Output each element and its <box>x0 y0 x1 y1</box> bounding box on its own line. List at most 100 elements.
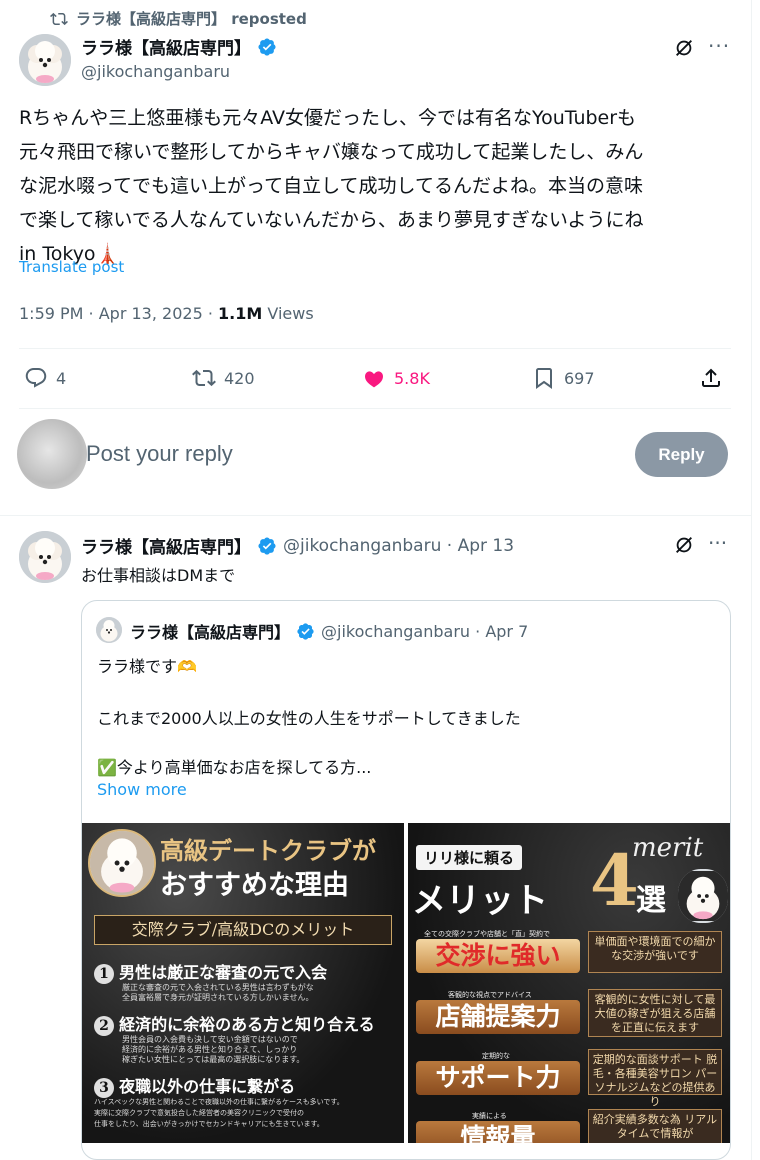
promo-title: メリット <box>412 881 548 921</box>
author-name-row: ララ様【高級店専門】 @jikochanganbaru · Apr 13 <box>81 533 514 559</box>
post-text: お仕事相談はDMまで <box>81 566 236 585</box>
author-name[interactable]: ララ様【高級店専門】 <box>81 34 251 59</box>
promo-title: 高級デートクラブが <box>160 836 376 865</box>
dog-avatar-image <box>19 34 71 86</box>
grok-icon[interactable] <box>673 37 695 59</box>
divider <box>19 408 731 409</box>
avatar[interactable] <box>19 531 71 583</box>
post-line: Rちゃんや三上悠亜様も元々AV女優だったし、今では有名なYouTuberも <box>19 107 637 129</box>
like-button[interactable]: 5.8K <box>362 366 430 390</box>
column-border <box>751 0 752 1160</box>
point-body-line: 実際に交際クラブで意気投合した経営者の美容クリニックで受付の <box>94 1109 304 1117</box>
merit-detail: 単価面や環境面での細かな交渉が強いです <box>588 931 722 973</box>
promo-title: おすすめな理由 <box>160 870 349 901</box>
author-name-row: ララ様【高級店専門】 <box>81 34 277 59</box>
promo-script: merit <box>632 833 704 863</box>
point-body-line: 稼ぎたい女性にとっては最高の選択肢になります。 <box>122 1055 305 1064</box>
author-name[interactable]: ララ様【高級店専門】 <box>81 533 251 558</box>
promo-point: 3 夜職以外の仕事に繋がる <box>94 1073 295 1098</box>
reply-input[interactable]: Post your reply <box>86 441 233 467</box>
dog-image <box>678 871 728 921</box>
more-icon[interactable]: ··· <box>708 531 727 555</box>
dog-photo <box>678 869 728 923</box>
divider <box>0 515 751 516</box>
point-body: 厳正な審査の元で入会されている男性は言わずもがな 全員富裕層で身元が証明されてい… <box>122 983 314 1003</box>
post-text: Rちゃんや三上悠亜様も元々AV女優だったし、今では有名なYouTuberも 元々… <box>19 101 739 271</box>
reply-submit-button[interactable]: Reply <box>635 432 728 477</box>
like-count: 5.8K <box>394 368 430 388</box>
promo-point: 2 経済的に余裕のある方と知り合える <box>94 1011 375 1036</box>
post-line: な泥水啜ってでも這い上がって自立して成功してるんだよね。本当の意味 <box>19 175 643 197</box>
avatar <box>96 617 122 643</box>
point-body-line: 厳正な審査の元で入会されている男性は言わずもがな <box>122 983 314 992</box>
verified-icon <box>297 622 314 640</box>
repost-icon <box>50 12 68 25</box>
merit-detail: 定期的な面談サポート 脱毛・各種美容サロン パーソナルジムなどの提供あり <box>588 1049 722 1108</box>
promo-image-left[interactable]: 高級デートクラブが おすすめな理由 交際クラブ/高級DCのメリット 1 男性は厳… <box>82 823 404 1143</box>
point-head: 男性は厳正な審査の元で入会 <box>119 963 328 982</box>
my-avatar[interactable] <box>17 419 87 489</box>
bookmark-count: 697 <box>564 368 595 388</box>
point-number: 3 <box>94 1078 114 1098</box>
post-line: で楽して稼いでる人なんていないんだから、あまり夢見すぎないようにね <box>19 209 644 231</box>
timestamp-row: 1:59 PM · Apr 13, 2025 · 1.1M Views <box>19 304 314 323</box>
point-head: 経済的に余裕のある方と知り合える <box>119 1015 375 1034</box>
item-caption: 実績による <box>472 1112 507 1120</box>
dog-avatar-image <box>19 531 71 583</box>
views-label: Views <box>262 304 314 323</box>
repost-header: ララ様【高級店専門】 reposted <box>50 8 307 29</box>
merit-label: 交渉に強い <box>416 939 580 973</box>
grok-icon[interactable] <box>673 534 695 556</box>
merit-detail: 紹介実績多数な為 リアルタイムで情報が <box>588 1109 722 1143</box>
views-count: 1.1M <box>218 304 263 323</box>
point-body-line: 仕事をしたり、出会いがきっかけでセカンドキャリアにも生きています。 <box>94 1120 324 1128</box>
dog-photo <box>88 829 156 897</box>
verified-icon <box>258 37 276 56</box>
repost-label[interactable]: ララ様【高級店専門】 reposted <box>76 8 307 29</box>
point-number: 2 <box>94 1016 114 1036</box>
dog-image <box>90 831 154 895</box>
quote-author-name: ララ様【高級店専門】 <box>130 623 291 642</box>
merit-label: サポート力 <box>416 1061 580 1095</box>
share-icon[interactable] <box>699 366 723 390</box>
quote-line: これまで2000人以上の女性の人生をサポートしてきました <box>97 709 521 728</box>
merit-detail: 客観的に女性に対して最大値の稼ぎが狙える店舗を正直に伝えます <box>588 989 722 1037</box>
point-body: 男性会員の入会費も決して安い金額ではないので 経済的に余裕がある男性と知り合えて… <box>122 1035 304 1065</box>
avatar[interactable] <box>19 34 71 86</box>
quoted-post[interactable]: ララ様【高級店専門】 @jikochanganbaru · Apr 7 ララ様で… <box>81 600 731 1160</box>
promo-select: 選 <box>636 883 666 918</box>
reply-icon <box>25 368 47 388</box>
item-caption: 客観的な視点でアドバイス <box>448 991 532 999</box>
translate-link[interactable]: Translate post <box>19 258 124 276</box>
bookmark-button[interactable]: 697 <box>532 366 595 390</box>
dog-avatar-image <box>96 617 122 643</box>
reply-count: 4 <box>56 368 67 388</box>
post-line-last: in Tokyo🗼 <box>19 237 739 271</box>
post-line: 元々飛田で稼いで整形してからキャバ嬢なって成功して起業したし、みん <box>19 141 644 163</box>
promo-badge: リリ様に頼る <box>416 845 523 870</box>
item-caption: 全ての交際クラブや店舗と「直」契約で <box>424 930 550 938</box>
promo-point: 1 男性は厳正な審査の元で入会 <box>94 959 327 984</box>
author-handle-date[interactable]: @jikochanganbaru · Apr 13 <box>283 536 514 556</box>
repost-button[interactable]: 420 <box>192 366 255 390</box>
verified-icon <box>258 536 276 555</box>
reply-button[interactable]: 4 <box>24 366 66 390</box>
like-icon <box>365 371 383 388</box>
item-caption: 定期的な <box>482 1052 510 1060</box>
post-time[interactable]: 1:59 PM · Apr 13, 2025 · <box>19 304 218 323</box>
point-body-line: 全員富裕層で身元が証明されている方しかいません。 <box>122 993 314 1002</box>
quote-author-row: ララ様【高級店専門】 @jikochanganbaru · Apr 7 <box>130 619 528 643</box>
promo-image-right[interactable]: リリ様に頼る メリット 4 選 merit 全ての交際クラブや店舗と「直」契約で… <box>408 823 730 1143</box>
point-head: 夜職以外の仕事に繋がる <box>119 1077 296 1096</box>
more-icon[interactable]: ··· <box>708 34 730 58</box>
repost-icon <box>192 369 216 387</box>
author-handle[interactable]: @jikochanganbaru <box>81 62 230 81</box>
show-more-link[interactable]: Show more <box>97 780 187 799</box>
quote-line: ララ様です🫶 <box>97 657 197 676</box>
merit-label: 店舗提案力 <box>416 1000 580 1034</box>
quote-handle-date: @jikochanganbaru · Apr 7 <box>321 621 529 641</box>
point-body-line: 経済的に余裕がある男性と知り合えて、しっかり <box>122 1045 298 1054</box>
repost-count: 420 <box>224 368 255 388</box>
quote-line: ✅今より高単価なお店を探してる方... <box>97 758 372 777</box>
merit-label: 情報量 <box>416 1121 580 1143</box>
